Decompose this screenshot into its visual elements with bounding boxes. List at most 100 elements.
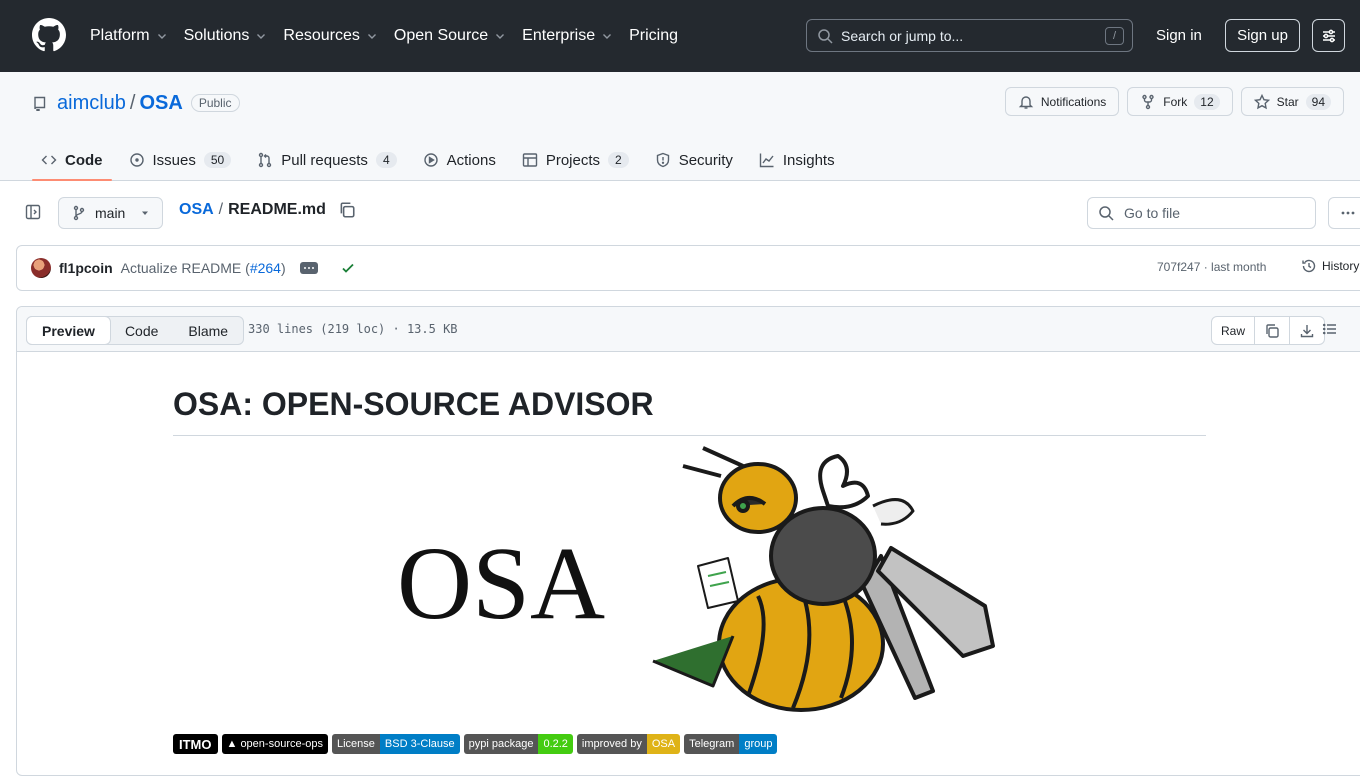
sliders-icon	[1322, 29, 1335, 42]
sign-up-button[interactable]: Sign up	[1225, 19, 1300, 52]
tab-label: Projects	[545, 151, 601, 169]
repo-owner-link[interactable]: aimclub	[57, 92, 126, 115]
raw-button[interactable]: Raw	[1212, 317, 1256, 344]
tab-issues[interactable]: Issues 50	[120, 140, 241, 180]
tab-actions[interactable]: Actions	[414, 140, 505, 180]
expand-file-tree-button[interactable]	[20, 199, 46, 225]
latest-commit-box: fl1pcoin Actualize README (#264) 707f247…	[16, 245, 1360, 291]
sign-in-link[interactable]: Sign in	[1148, 19, 1210, 52]
commit-sha-time[interactable]: 707f247 · last month	[1157, 260, 1266, 274]
notifications-button[interactable]: Notifications	[1004, 87, 1120, 116]
bell-icon	[1018, 95, 1034, 109]
tab-security[interactable]: Security	[646, 140, 742, 180]
file-actions: Raw	[1211, 316, 1326, 345]
readme-badge[interactable]: ITMO	[173, 734, 218, 754]
badge-label: Telegram	[684, 734, 740, 754]
graph-icon	[759, 153, 774, 168]
sidebar-expand-icon	[25, 204, 41, 220]
outline-list-icon[interactable]	[1322, 321, 1338, 337]
commit-pr-link[interactable]: #264	[250, 260, 281, 276]
tab-projects[interactable]: Projects 2	[513, 140, 638, 180]
repo-tabs: Code Issues 50 Pull requests 4 Actions Project…	[32, 140, 852, 181]
github-logo-icon[interactable]	[32, 18, 66, 52]
osa-logo-image: OSA	[173, 436, 1206, 721]
issue-icon	[129, 153, 144, 167]
tab-label: Insights	[782, 151, 835, 169]
badge-value: BSD 3-Clause	[379, 734, 460, 754]
caret-down-icon	[142, 211, 148, 215]
tab-code[interactable]: Code	[32, 140, 112, 181]
readme-badge[interactable]: improved by OSA	[576, 734, 681, 754]
badge-value: group	[739, 734, 778, 754]
readme-badge[interactable]: License BSD 3-Clause	[332, 734, 460, 754]
go-to-file-input[interactable]: Go to file	[1087, 197, 1316, 229]
kebab-horizontal-icon	[1341, 211, 1355, 215]
star-count: 94	[1305, 93, 1331, 110]
chevron-down-icon	[496, 34, 505, 39]
fork-label: Fork	[1163, 94, 1188, 109]
code-mode-button[interactable]: Code	[110, 317, 173, 344]
download-icon	[1300, 324, 1314, 337]
tab-label: Security	[678, 151, 733, 169]
repo-title: aimclub / OSA Public	[32, 90, 240, 116]
breadcrumb-file-name: README.md	[228, 201, 326, 218]
shield-icon	[656, 152, 669, 168]
nav-item-label: Resources	[283, 27, 360, 44]
nav-item-label: Enterprise	[522, 27, 596, 44]
global-nav: Platform Solutions Resources Open Source Ent…	[82, 0, 686, 72]
fork-button[interactable]: Fork 12	[1127, 87, 1233, 116]
more-options-button[interactable]	[1328, 197, 1360, 229]
branch-selector[interactable]: main	[58, 197, 163, 229]
search-placeholder: Search or jump to...	[841, 27, 964, 44]
go-to-file-placeholder: Go to file	[1124, 205, 1181, 221]
readme-badge[interactable]: ▲ open-source-ops	[221, 734, 328, 754]
chevron-down-icon	[257, 34, 266, 39]
global-search-input[interactable]: Search or jump to... /	[806, 19, 1133, 52]
tab-label: Pull requests	[281, 151, 368, 169]
chevron-down-icon	[603, 34, 612, 39]
commit-author-link[interactable]: fl1pcoin	[59, 260, 113, 276]
file-viewer: Preview Code Blame 330 lines (219 loc) · 1…	[16, 306, 1360, 776]
file-viewer-header: Preview Code Blame 330 lines (219 loc) · 1…	[17, 307, 1360, 352]
pull-request-icon	[259, 152, 272, 168]
chevron-down-icon	[157, 34, 166, 39]
readme-title: OSA: OPEN-SOURCE ADVISOR	[173, 386, 1206, 436]
file-navigation-bar: main OSA / README.md Go to file	[0, 181, 1360, 245]
copy-icon[interactable]	[338, 201, 356, 219]
avatar[interactable]	[31, 258, 51, 278]
blame-mode-button[interactable]: Blame	[173, 317, 243, 344]
nav-item-resources[interactable]: Resources	[275, 20, 385, 52]
nav-item-open-source[interactable]: Open Source	[386, 20, 514, 52]
branch-icon	[73, 205, 85, 221]
nav-item-pricing[interactable]: Pricing	[621, 20, 686, 52]
tab-count: 4	[375, 152, 397, 168]
star-button[interactable]: Star 94	[1240, 87, 1344, 116]
readme-badge[interactable]: pypi package 0.2.2	[463, 734, 573, 754]
play-icon	[423, 153, 438, 167]
repo-name-link[interactable]: OSA	[139, 92, 182, 115]
breadcrumb-separator: /	[218, 201, 224, 218]
tab-insights[interactable]: Insights	[750, 140, 844, 180]
nav-item-platform[interactable]: Platform	[82, 20, 176, 52]
commit-message-end: )	[280, 260, 286, 276]
preview-mode-button[interactable]: Preview	[26, 316, 111, 345]
fork-count: 12	[1194, 93, 1220, 110]
readme-badge[interactable]: Telegram group	[684, 734, 778, 754]
check-icon[interactable]	[340, 260, 356, 276]
commit-message[interactable]: Actualize README (#264)	[121, 260, 286, 276]
table-icon	[522, 153, 538, 167]
nav-item-enterprise[interactable]: Enterprise	[514, 20, 621, 52]
breadcrumb-repo-link[interactable]: OSA	[179, 201, 214, 219]
tab-pull-requests[interactable]: Pull requests 4	[248, 140, 405, 180]
badge-label: ITMO	[173, 734, 218, 754]
nav-item-label: Pricing	[629, 27, 678, 44]
download-button[interactable]	[1290, 317, 1324, 344]
file-info: 330 lines (219 loc) · 13.5 KB	[248, 322, 458, 336]
history-button[interactable]: History	[1301, 258, 1359, 274]
nav-item-solutions[interactable]: Solutions	[176, 20, 276, 52]
menu-button[interactable]	[1312, 19, 1345, 52]
copy-raw-button[interactable]	[1255, 317, 1291, 344]
tab-label: Code	[65, 151, 103, 169]
search-icon	[818, 28, 833, 44]
expand-commit-message-button[interactable]	[299, 262, 318, 274]
